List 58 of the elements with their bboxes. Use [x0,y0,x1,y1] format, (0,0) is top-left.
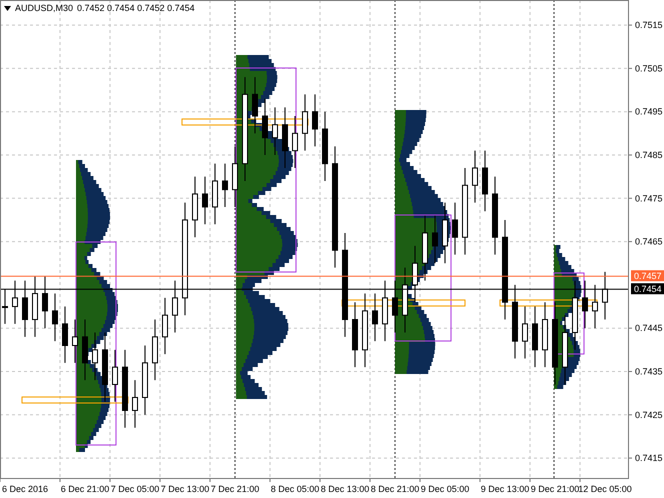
time-axis-label: 7 Dec 13:00 [160,484,210,494]
candlestick [272,106,278,156]
time-axis-label: 7 Dec 05:00 [110,484,160,494]
candlestick [472,150,478,204]
price-axis-label: 0.7445 [635,323,663,334]
ref-line-label: 0.7454 [634,284,662,294]
price-axis-label: 0.7465 [635,236,663,247]
quote-values: 0.7452 0.7454 0.7452 0.7454 [77,3,195,13]
candlestick [12,280,18,324]
candlestick [602,271,608,320]
candlestick [42,276,48,329]
candlestick [592,284,598,329]
candlestick [22,280,28,338]
time-axis-label: 12 Dec 05:00 [578,484,632,494]
candlestick [392,280,398,334]
candlestick [262,98,268,156]
price-axis-label: 0.7435 [635,366,663,376]
dropdown-triangle-icon[interactable] [4,6,11,10]
price-axis-label: 0.7515 [635,20,663,30]
candlestick [582,280,588,329]
candlestick [72,319,78,364]
time-axis-label: 7 Dec 21:00 [210,484,260,494]
candlestick [92,332,98,381]
candlestick [112,349,118,402]
candlestick [412,245,418,303]
price-tag: 0.7457 [631,270,664,282]
candlestick [292,116,298,168]
ref-line-label: 0.7457 [634,271,662,282]
candlestick [162,297,168,355]
time-axis-label: 6 Dec 2016 [2,484,48,494]
price-axis-label: 0.7485 [635,150,663,160]
candlestick [372,293,378,342]
symbol-label: AUDUSD,M30 [15,3,74,13]
time-axis-label: 9 Dec 21:00 [530,484,580,494]
candlestick [522,306,528,359]
time-axis-label: 9 Dec 05:00 [420,484,470,494]
candlestick [52,293,58,342]
candlestick [222,163,228,208]
candlestick [432,215,438,264]
candlestick [252,76,258,134]
price-axis-label: 0.7415 [635,453,663,464]
price-axis-label: 0.7425 [635,410,663,420]
candlestick [452,202,458,256]
time-axis-label: 8 Dec 21:00 [370,484,420,494]
candlestick [302,94,308,152]
time-axis-label: 8 Dec 13:00 [320,484,370,494]
time-axis-label: 8 Dec 05:00 [270,484,320,494]
candlestick [172,280,178,334]
price-tag: 0.7454 [631,283,664,294]
candlestick [132,380,138,428]
price-axis-label: 0.7505 [635,63,663,74]
time-axis-label: 9 Dec 13:00 [480,484,530,494]
candlestick [202,176,208,225]
time-axis-label: 6 Dec 21:00 [60,484,110,494]
candlestick [312,94,318,147]
candlestick [62,306,68,364]
price-axis-label: 0.7475 [635,193,663,204]
price-axis-label: 0.7495 [635,106,663,117]
